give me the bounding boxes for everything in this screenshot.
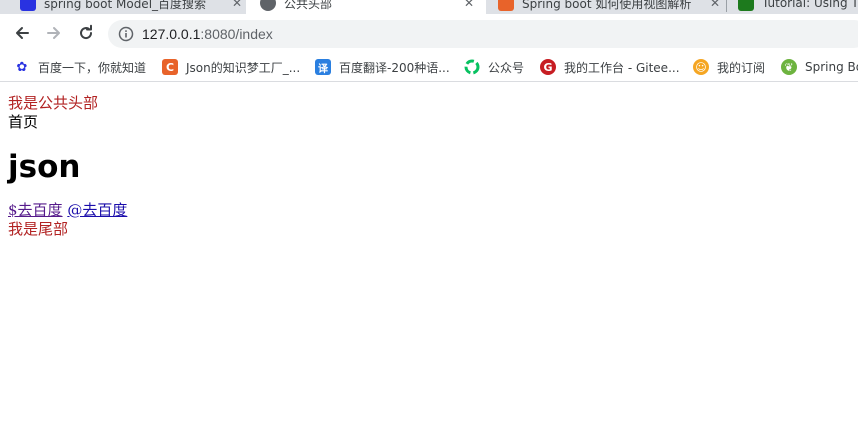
link-row: $去百度 @去百度: [8, 201, 858, 220]
reload-icon: [80, 24, 93, 40]
home-text: 首页: [8, 113, 39, 131]
bookmark-label: Spring Bo: [805, 60, 858, 74]
tab-separator: [726, 0, 727, 12]
close-icon[interactable]: ✕: [232, 0, 242, 10]
bookmark-label: 百度一下，你就知道: [38, 60, 147, 75]
tab-title: 公共头部: [284, 0, 333, 11]
bookmark-label: Json的知识梦工厂_...: [186, 60, 301, 75]
tab-title: Tutorial: Using Th: [762, 0, 858, 10]
paw-icon: [20, 0, 36, 11]
tab-title: spring boot Model_百度搜索: [44, 0, 207, 11]
footer-text: 我是尾部: [8, 220, 69, 238]
baidu-link-dollar[interactable]: $去百度: [8, 201, 63, 219]
csdn-icon: [498, 0, 514, 11]
subscribe-icon: ☺: [693, 59, 709, 75]
baidu-link-at[interactable]: @去百度: [67, 201, 127, 219]
bookmark-label: 百度翻译-200种语...: [339, 60, 450, 75]
reload-button[interactable]: [75, 22, 97, 44]
close-icon[interactable]: ✕: [710, 0, 720, 10]
bookmark-baidu[interactable]: ✿ 百度一下，你就知道: [14, 58, 146, 76]
thymeleaf-icon: [738, 0, 754, 11]
url-host: 127.0.0.1: [142, 26, 201, 42]
translate-icon: 译: [315, 59, 331, 75]
bookmark-spring[interactable]: ❦ Spring Bo: [781, 58, 858, 76]
csdn-icon: C: [162, 59, 178, 75]
arrow-right-icon: [47, 27, 60, 39]
page-title: json: [8, 149, 81, 185]
spring-icon: ❦: [781, 59, 797, 75]
bookmark-subscriptions[interactable]: ☺ 我的订阅: [693, 58, 765, 76]
url-path: :8080/index: [200, 26, 273, 42]
info-icon[interactable]: [118, 26, 134, 42]
paw-icon: ✿: [16, 59, 28, 75]
back-button[interactable]: [11, 22, 33, 44]
forward-button[interactable]: [43, 22, 65, 44]
url-text[interactable]: 127.0.0.1:8080/index: [142, 26, 273, 42]
common-header-text: 我是公共头部: [8, 94, 99, 112]
bookmarks-bar: ✿ 百度一下，你就知道 C Json的知识梦工厂_... 译 百度翻译-200种…: [0, 52, 858, 82]
arrow-left-icon: [16, 27, 29, 39]
bookmark-wechat[interactable]: 公众号: [464, 58, 524, 76]
tab-public-header[interactable]: 公共头部 ✕: [246, 0, 486, 14]
tab-thymeleaf-tutorial[interactable]: Tutorial: Using Th: [738, 0, 858, 14]
wechat-icon: [464, 59, 480, 75]
bookmark-csdn[interactable]: C Json的知识梦工厂_...: [162, 58, 300, 76]
close-icon[interactable]: ✕: [464, 0, 474, 10]
bookmark-gitee[interactable]: G 我的工作台 - Gitee...: [540, 58, 680, 76]
bookmark-label: 我的订阅: [717, 60, 766, 75]
tab-title: Spring boot 如何使用视图解析: [522, 0, 692, 11]
tab-baidu-search[interactable]: spring boot Model_百度搜索 ✕: [20, 0, 242, 14]
bookmark-label: 公众号: [488, 60, 525, 75]
address-bar[interactable]: 127.0.0.1:8080/index: [108, 20, 858, 48]
globe-icon: [260, 0, 276, 11]
bookmark-label: 我的工作台 - Gitee...: [564, 60, 680, 75]
tab-strip: spring boot Model_百度搜索 ✕ 公共头部 ✕ Spring b…: [0, 0, 858, 14]
tab-spring-view[interactable]: Spring boot 如何使用视图解析 ✕: [498, 0, 720, 14]
gitee-icon: G: [540, 59, 556, 75]
browser-toolbar: 127.0.0.1:8080/index: [0, 14, 858, 52]
page-content: 我是公共头部 首页 json $去百度 @去百度 我是尾部: [8, 94, 858, 239]
bookmark-baidu-translate[interactable]: 译 百度翻译-200种语...: [315, 58, 450, 76]
